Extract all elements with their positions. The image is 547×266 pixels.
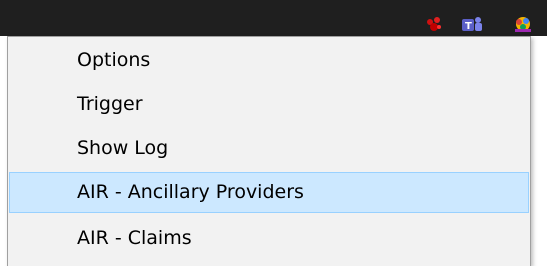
menu-item-options[interactable]: Options	[9, 40, 529, 81]
svg-text:T: T	[465, 21, 472, 32]
context-menu: Options Trigger Show Log AIR - Ancillary…	[7, 36, 531, 266]
menu-item-label: AIR - Claims	[77, 227, 192, 249]
teams-icon[interactable]: T	[461, 14, 482, 34]
red-shield-icon[interactable]	[424, 14, 444, 34]
menu-item-trigger[interactable]: Trigger	[9, 84, 529, 125]
menu-item-label: Trigger	[77, 93, 143, 115]
menu-item-show-log[interactable]: Show Log	[9, 128, 529, 169]
menu-item-label: AIR - Ancillary Providers	[77, 181, 304, 203]
menu-item-label: Show Log	[77, 137, 169, 159]
menu-item-air-ancillary-providers[interactable]: AIR - Ancillary Providers	[9, 172, 529, 213]
menu-item-air-claims[interactable]: AIR - Claims	[9, 218, 529, 259]
colorful-app-icon[interactable]	[511, 14, 531, 34]
taskbar: T	[0, 0, 547, 36]
menu-item-label: Options	[77, 49, 151, 71]
